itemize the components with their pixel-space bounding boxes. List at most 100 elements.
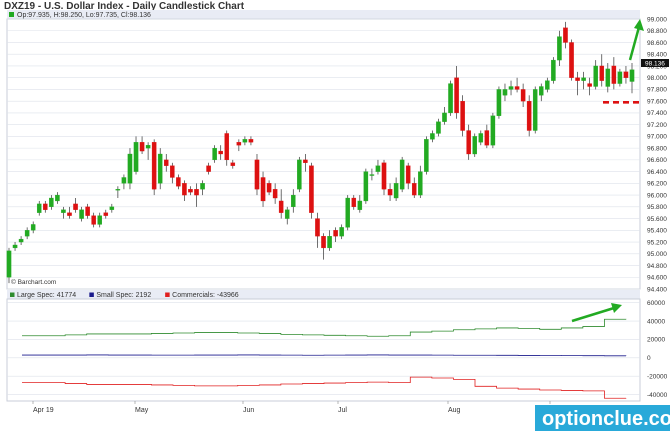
candle <box>599 54 605 87</box>
y-tick-label: 96.800 <box>647 145 667 152</box>
candle-body <box>399 159 405 190</box>
candle-body <box>551 59 556 81</box>
candle-body <box>284 209 290 219</box>
y-tick-label: 95.000 <box>647 251 667 258</box>
candle-body <box>115 189 121 191</box>
candle-body <box>575 77 580 81</box>
candle <box>73 198 78 213</box>
candle <box>91 212 96 228</box>
candle <box>363 168 369 204</box>
candle-body <box>436 121 441 134</box>
candle-body <box>85 206 90 216</box>
candle <box>224 130 230 166</box>
y-tick-label: 97.000 <box>647 134 667 141</box>
candle <box>236 139 242 152</box>
candle-body <box>520 89 526 102</box>
candle <box>206 162 211 175</box>
legend-entry: Large Spec: 41774 <box>17 292 76 299</box>
candle <box>345 195 350 231</box>
y-tick-label: 96.400 <box>647 169 667 176</box>
candle <box>581 71 586 90</box>
candle-body <box>345 197 350 228</box>
y-tick-label: 97.400 <box>647 110 667 117</box>
candle <box>291 189 296 213</box>
candle <box>248 136 254 146</box>
candle-body <box>139 142 145 152</box>
candle-body <box>182 183 187 196</box>
legend: Large Spec: 41774 Small Spec: 2192 Commerc… <box>10 292 239 299</box>
candle <box>200 180 205 196</box>
candle-body <box>30 224 36 231</box>
candle-body <box>496 89 502 116</box>
y-tick-label: -40000 <box>647 392 668 399</box>
candle-body <box>460 101 465 131</box>
legend-swatch <box>89 292 94 297</box>
candle <box>61 206 66 219</box>
trend-arrow-shaft <box>628 26 641 61</box>
candle <box>79 206 84 222</box>
candle-body <box>254 159 260 190</box>
candle <box>163 154 169 172</box>
candle <box>67 206 72 219</box>
candle <box>12 242 18 251</box>
price-panel: Op:97.935, H:98.250, Lo:97.735, Cl:98.13… <box>6 10 669 293</box>
candle-body <box>599 65 605 81</box>
watermark: optionclue.com <box>542 408 670 430</box>
candle <box>418 165 423 199</box>
cot-arrow-head <box>611 303 622 313</box>
y-tick-label: 95.200 <box>647 239 667 246</box>
candle-body <box>206 165 211 172</box>
candle <box>133 136 139 175</box>
candle <box>424 136 429 175</box>
candle-body <box>91 215 96 225</box>
legend-swatch <box>10 292 15 297</box>
candle-body <box>605 68 611 87</box>
y-tick-label: 20000 <box>647 337 665 344</box>
y-tick-label: 97.800 <box>647 87 667 94</box>
y-tick-label: 96.200 <box>647 181 667 188</box>
candle-body <box>303 159 308 163</box>
candle <box>466 124 471 160</box>
candle <box>315 212 320 248</box>
candle <box>629 63 635 94</box>
y-tick-label: 95.400 <box>647 228 667 235</box>
candle <box>303 154 308 172</box>
y-tick-label: 98.600 <box>647 40 667 47</box>
candle-body <box>103 212 109 216</box>
x-tick-label: May <box>135 407 149 414</box>
candle <box>230 159 236 169</box>
candle-body <box>109 206 115 210</box>
y-tick-label: 95.600 <box>647 216 667 223</box>
candle <box>436 118 441 137</box>
candle-body <box>484 130 490 146</box>
candle <box>460 95 465 137</box>
candle <box>454 65 459 119</box>
candle-body <box>333 230 338 237</box>
candle-body <box>393 183 399 199</box>
y-tick-label: 96.000 <box>647 192 667 199</box>
candle-body <box>563 27 568 43</box>
candle <box>593 60 598 90</box>
candle-body <box>43 203 48 210</box>
series-line-commercials <box>22 376 627 399</box>
candle <box>478 130 484 146</box>
candle-body <box>557 36 562 61</box>
candle-body <box>454 77 459 114</box>
candle <box>170 162 175 184</box>
candle-body <box>170 165 175 178</box>
candle-body <box>224 133 230 161</box>
candle <box>587 77 592 96</box>
candle <box>496 86 502 119</box>
candle-body <box>61 209 66 213</box>
candle-body <box>381 162 387 190</box>
candle-body <box>593 65 598 87</box>
cot-grid <box>7 302 640 395</box>
candle <box>157 148 163 190</box>
candle <box>611 57 617 90</box>
candle-body <box>67 212 72 216</box>
candles <box>6 21 635 284</box>
y-tick-label: 0 <box>647 355 651 362</box>
candle-body <box>188 189 193 193</box>
candle-body <box>478 133 484 143</box>
y-tick-label: 96.600 <box>647 157 667 164</box>
